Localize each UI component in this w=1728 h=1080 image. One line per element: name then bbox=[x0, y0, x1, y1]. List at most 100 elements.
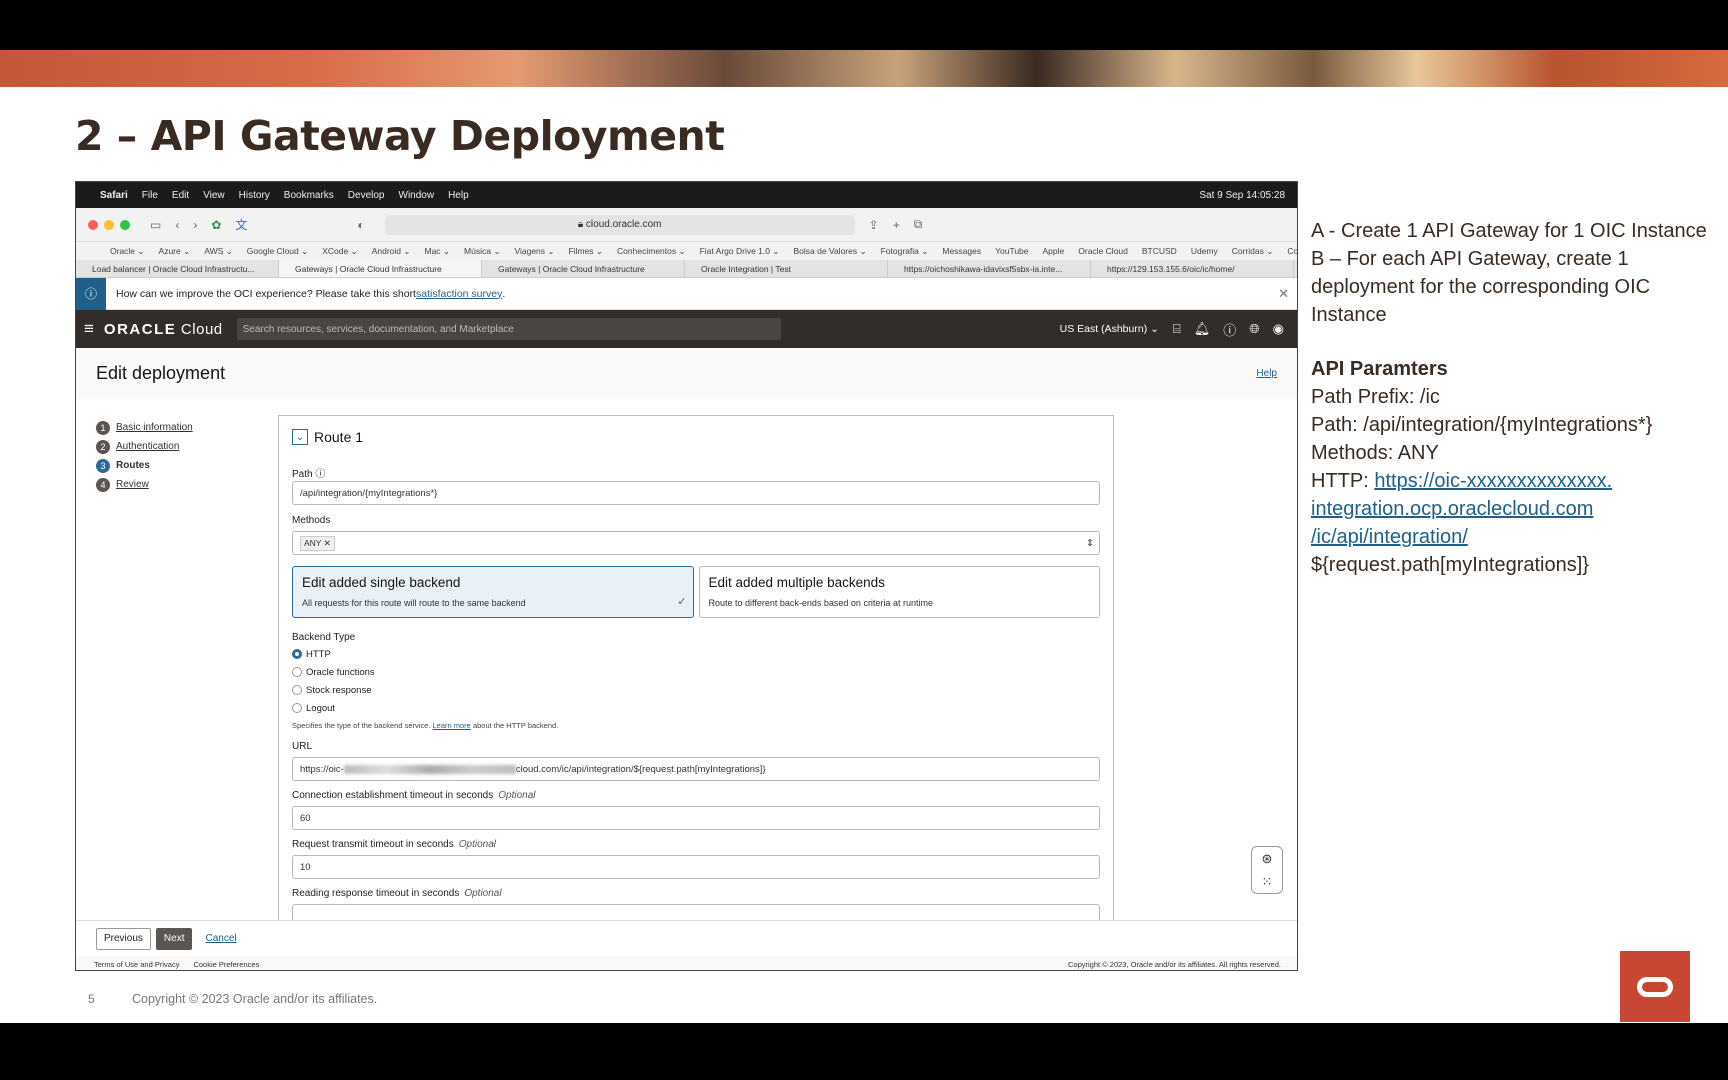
bookmark-item[interactable]: AWS ⌄ bbox=[204, 246, 233, 257]
menu-view[interactable]: View bbox=[203, 190, 225, 201]
cookie-preferences-link[interactable]: Cookie Preferences bbox=[193, 960, 259, 969]
notice-end: . bbox=[502, 287, 506, 300]
radio-http[interactable]: HTTP bbox=[292, 645, 1100, 663]
param-http-tail: ${request.path[myIntegrations]} bbox=[1311, 554, 1589, 576]
back-icon[interactable]: ‹ bbox=[175, 218, 179, 232]
multiple-backends-card[interactable]: Edit added multiple backends Route to di… bbox=[698, 566, 1100, 618]
http-link-3[interactable]: /ic/api/integration/ bbox=[1311, 526, 1468, 548]
bookmark-item[interactable]: YouTube bbox=[995, 246, 1028, 256]
browser-tab-active[interactable]: Gateways | Oracle Cloud Infrastructure bbox=[279, 260, 482, 277]
step-review[interactable]: 4 Review bbox=[96, 475, 193, 494]
bookmark-item[interactable]: Oracle ⌄ bbox=[110, 246, 145, 257]
profile-icon[interactable]: ◉ bbox=[1273, 321, 1284, 337]
extension-icon[interactable]: ✿ bbox=[211, 218, 221, 232]
menu-window[interactable]: Window bbox=[399, 190, 435, 201]
new-tab-icon[interactable]: + bbox=[893, 218, 900, 232]
step-authentication[interactable]: 2 Authentication bbox=[96, 437, 193, 456]
oracle-cloud-logo[interactable]: ORACLE Cloud bbox=[104, 321, 223, 338]
apps-grid-icon[interactable]: ⁙ bbox=[1262, 874, 1273, 890]
step-routes[interactable]: 3 Routes bbox=[96, 456, 193, 475]
share-icon[interactable]: ⇪ bbox=[869, 218, 879, 232]
bookmark-item[interactable]: Correios bbox=[1287, 246, 1297, 256]
search-input[interactable]: Search resources, services, documentatio… bbox=[236, 318, 781, 340]
bookmark-item[interactable]: Filmes ⌄ bbox=[569, 246, 604, 257]
forward-icon[interactable]: › bbox=[193, 218, 197, 232]
bookmark-item[interactable]: Bolsa de Valores ⌄ bbox=[793, 246, 866, 257]
menu-safari[interactable]: Safari bbox=[100, 190, 128, 201]
browser-tab[interactable]: https://oichoshikawa-idavixsf5sbx-ia.int… bbox=[888, 260, 1091, 277]
bookmark-item[interactable]: XCode ⌄ bbox=[322, 246, 357, 257]
bookmark-item[interactable]: BTCUSD bbox=[1142, 246, 1177, 256]
menu-history[interactable]: History bbox=[239, 190, 270, 201]
param-prefix: Path Prefix: /ic bbox=[1311, 386, 1440, 408]
info-icon[interactable]: ⓘ bbox=[315, 469, 325, 480]
browser-tab[interactable]: Oracle Integration | Test bbox=[685, 260, 888, 277]
bookmarks-bar: Oracle ⌄ Azure ⌄ AWS ⌄ Google Cloud ⌄ XC… bbox=[76, 242, 1297, 260]
sidebar-icon[interactable]: ▭ bbox=[150, 218, 161, 232]
browser-toolbar: ▭ ‹ › ✿ 文 ◐ 🔒︎ cloud.oracle.com ⇪ + ⧉ bbox=[76, 208, 1297, 242]
lifebuoy-icon[interactable]: ⊛ bbox=[1262, 851, 1273, 867]
bookmark-item[interactable]: Oracle Cloud bbox=[1078, 246, 1128, 256]
radio-stock-response[interactable]: Stock response bbox=[292, 681, 1100, 699]
terms-link[interactable]: Terms of Use and Privacy bbox=[94, 960, 179, 969]
bookmark-item[interactable]: Fotografia ⌄ bbox=[881, 246, 929, 257]
notifications-icon[interactable]: 🔔︎ bbox=[1194, 321, 1211, 337]
method-chip[interactable]: ANY ✕ bbox=[300, 535, 335, 551]
bookmark-item[interactable]: Messages bbox=[942, 246, 981, 256]
previous-button[interactable]: Previous bbox=[96, 927, 151, 950]
translate-icon[interactable]: 文 bbox=[235, 216, 247, 233]
http-link-1[interactable]: https://oic-xxxxxxxxxxxxxx. bbox=[1374, 470, 1612, 492]
address-text: cloud.oracle.com bbox=[585, 219, 662, 230]
path-input[interactable]: /api/integration/{myIntegrations*} bbox=[292, 481, 1100, 505]
bookmark-item[interactable]: Música ⌄ bbox=[464, 246, 500, 257]
url-input[interactable]: https://oic-cloud.com/ic/api/integration… bbox=[292, 757, 1100, 781]
minimize-window-icon[interactable] bbox=[104, 219, 114, 230]
tabs-overview-icon[interactable]: ⧉ bbox=[914, 217, 923, 232]
survey-link[interactable]: satisfaction survey bbox=[416, 288, 502, 300]
menu-bookmarks[interactable]: Bookmarks bbox=[284, 190, 334, 201]
support-widget[interactable]: ⊛ ⁙ bbox=[1251, 846, 1283, 894]
browser-tab[interactable]: https://129.153.155.6/oic/ic/home/ bbox=[1091, 260, 1294, 277]
close-window-icon[interactable] bbox=[88, 219, 98, 230]
radio-oracle-functions[interactable]: Oracle functions bbox=[292, 663, 1100, 681]
region-selector[interactable]: US East (Ashburn) ⌄ bbox=[1060, 323, 1159, 335]
close-icon[interactable]: ✕ bbox=[1278, 286, 1289, 302]
bookmark-item[interactable]: Fiat Argo Drive 1.0 ⌄ bbox=[700, 246, 780, 257]
next-button[interactable]: Next bbox=[155, 927, 193, 950]
step-basic-information[interactable]: 1 Basic information bbox=[96, 418, 193, 437]
hamburger-menu-icon[interactable]: ≡ bbox=[84, 319, 94, 339]
http-link-2[interactable]: integration.ocp.oraclecloud.com bbox=[1311, 498, 1593, 520]
single-backend-card[interactable]: Edit added single backend All requests f… bbox=[292, 566, 694, 618]
learn-more-link[interactable]: Learn more bbox=[433, 721, 471, 730]
bookmark-item[interactable]: Android ⌄ bbox=[372, 246, 411, 257]
browser-tab[interactable]: Load balancer | Oracle Cloud Infrastruct… bbox=[76, 260, 279, 277]
cloud-shell-icon[interactable]: ⌸ bbox=[1173, 321, 1181, 337]
address-bar[interactable]: 🔒︎ cloud.oracle.com bbox=[384, 214, 855, 235]
shield-icon[interactable]: ◐ bbox=[357, 218, 364, 232]
bookmark-item[interactable]: Corridas ⌄ bbox=[1232, 246, 1274, 257]
connection-timeout-input[interactable]: 60 bbox=[292, 806, 1100, 830]
zoom-window-icon[interactable] bbox=[120, 219, 130, 230]
menu-develop[interactable]: Develop bbox=[348, 190, 385, 201]
cancel-link[interactable]: Cancel bbox=[205, 933, 236, 944]
bookmark-item[interactable]: Google Cloud ⌄ bbox=[247, 246, 308, 257]
bookmark-item[interactable]: Udemy bbox=[1191, 246, 1218, 256]
bookmark-item[interactable]: Apple bbox=[1043, 246, 1065, 256]
menu-help[interactable]: Help bbox=[448, 190, 469, 201]
menu-edit[interactable]: Edit bbox=[172, 190, 189, 201]
help-icon[interactable]: ⓘ bbox=[1223, 320, 1236, 339]
bookmark-item[interactable]: Viagens ⌄ bbox=[514, 246, 554, 257]
bookmark-item[interactable]: Azure ⌄ bbox=[159, 246, 191, 257]
help-link[interactable]: Help bbox=[1256, 368, 1277, 379]
browser-tab[interactable]: Gateways | Oracle Cloud Infrastructure bbox=[482, 260, 685, 277]
chevron-down-icon[interactable]: ⌄ bbox=[292, 429, 308, 445]
backend-mode-cards: Edit added single backend All requests f… bbox=[292, 566, 1100, 618]
bookmark-item[interactable]: Conhecimentos ⌄ bbox=[617, 246, 686, 257]
route-header[interactable]: ⌄ Route 1 bbox=[292, 416, 1100, 458]
methods-select[interactable]: ANY ✕ ⇕ bbox=[292, 531, 1100, 555]
request-timeout-input[interactable]: 10 bbox=[292, 855, 1100, 879]
bookmark-item[interactable]: Mac ⌄ bbox=[425, 246, 451, 257]
language-icon[interactable]: 🌐︎ bbox=[1249, 321, 1259, 337]
radio-logout[interactable]: Logout bbox=[292, 699, 1100, 717]
menu-file[interactable]: File bbox=[142, 190, 158, 201]
